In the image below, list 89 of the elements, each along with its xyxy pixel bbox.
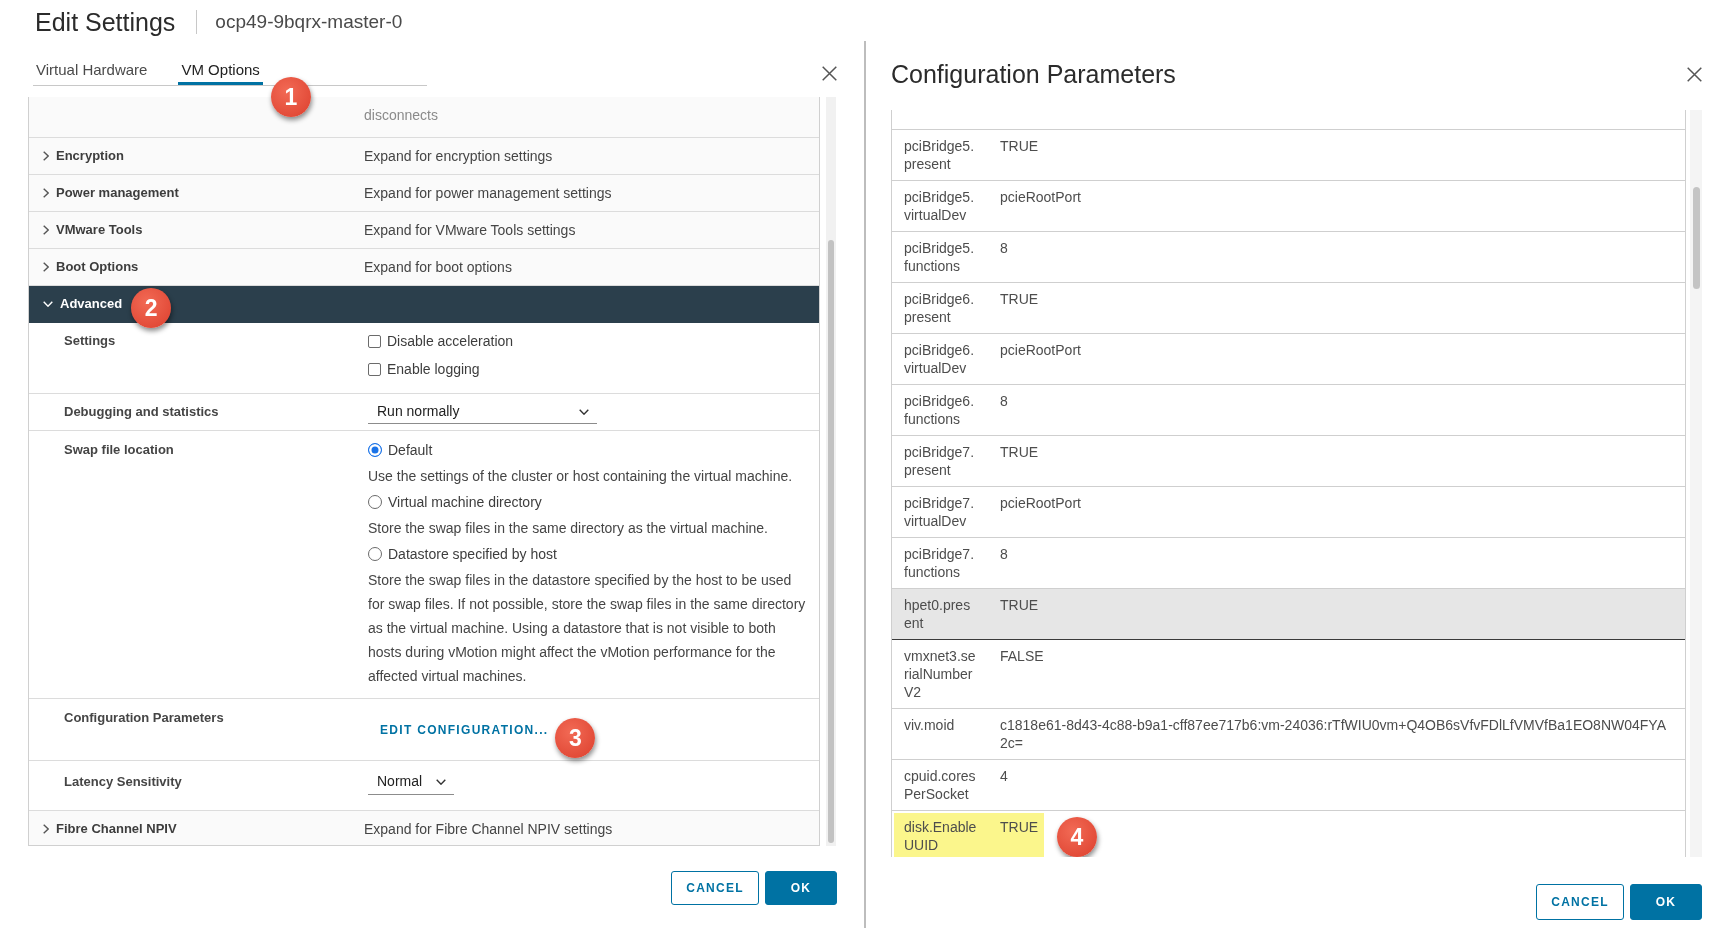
table-cell-text: cpuid.coresPerSocket (903, 767, 977, 803)
table-cell-text: pciBridge6.virtualDev (903, 341, 976, 377)
table-cell-text: pcieRootPort (1000, 188, 1081, 207)
close-icon[interactable] (822, 66, 837, 81)
radio-button[interactable] (368, 443, 382, 457)
ok-button[interactable]: OK (765, 871, 837, 905)
cancel-button[interactable]: CANCEL (1536, 884, 1624, 920)
cancel-button[interactable]: CANCEL (671, 871, 759, 905)
chevron-right-icon (43, 824, 49, 834)
option-description: disconnects (364, 106, 439, 125)
section-description: Expand for power management settings (364, 184, 613, 203)
chevron-down-icon (43, 301, 53, 307)
section-header[interactable]: Power management Expand for power management settings (29, 175, 819, 212)
checkbox-label: Enable logging (387, 360, 480, 379)
table-cell-text: 8 (1000, 239, 1008, 258)
callout-badge: 2 (131, 288, 172, 328)
option-description: Use the settings of the cluster or host containing the virtual machine. (368, 467, 794, 486)
radio-button[interactable] (368, 547, 382, 561)
table-cell-text: pciBridge5.virtualDev (903, 188, 976, 224)
section-header[interactable]: Encryption Expand for encryption settings (29, 138, 819, 175)
dialog-subtitle: ocp49-9bqrx-master-0 (215, 10, 403, 34)
checkbox[interactable] (368, 362, 381, 376)
radio-label: Datastore specified by host (388, 545, 557, 564)
caret-icon (436, 778, 447, 785)
table-cell-text: 8 (1000, 392, 1008, 411)
section-header[interactable]: Boot Options Expand for boot options (29, 249, 819, 286)
table-cell-text: pciBridge7.functions (903, 545, 976, 581)
table-cell-text: pciBridge5.present (903, 137, 976, 173)
option-description: Store the swap files in the same directory as the virtual machine. (368, 519, 769, 538)
tab[interactable]: Virtual Hardware (33, 53, 151, 85)
section-label: Advanced (60, 295, 123, 313)
section-header[interactable]: VMware Tools Expand for VMware Tools settings (29, 212, 819, 249)
table-cell-text: TRUE (1000, 290, 1039, 309)
table-cell-text: pcieRootPort (1000, 341, 1081, 360)
table-cell-text: 4 (1000, 767, 1008, 786)
section-label: Boot Options (56, 258, 139, 276)
table-cell-text: pciBridge5.functions (903, 239, 976, 275)
dialog-title: Configuration Parameters (891, 59, 1176, 90)
radio-label: Virtual machine directory (388, 493, 542, 512)
scrollbar-thumb[interactable] (828, 240, 834, 843)
table-cell-text: pciBridge6.functions (903, 392, 976, 428)
table-cell-text: FALSE (1000, 647, 1044, 666)
section-label: Fibre Channel NPIV (56, 820, 177, 838)
row-label: Swap file location (63, 441, 175, 459)
table-cell-text: pciBridge7.present (903, 443, 976, 479)
row-label: Settings (63, 332, 117, 350)
close-icon[interactable] (1687, 66, 1702, 82)
callout-badge: 4 (1057, 817, 1097, 857)
caret-icon (579, 408, 589, 415)
table-cell-text: TRUE (1000, 818, 1039, 837)
table-cell-text: disk.EnableUUID (903, 818, 978, 854)
option-description: Store the swap files in the datastore specified by the host to be used for swap files. If not possible, store the swap files in the same directory as the virtual machine. Using a datastore that is not visible to both hosts during vMotion might affect the vMotion performance for the affected virtual machines. (368, 571, 807, 686)
tab[interactable]: VM Options (178, 53, 263, 85)
table-cell-text: pciBridge7.virtualDev (903, 494, 976, 530)
scrollbar-thumb[interactable] (1692, 187, 1700, 289)
row-label: Configuration Parameters (63, 709, 225, 727)
table-cell-text: viv.moid (903, 716, 956, 735)
section-label: Encryption (56, 147, 124, 165)
row-label: Latency Sensitivity (63, 773, 183, 791)
radio-button[interactable] (368, 495, 382, 509)
row-label: Debugging and statistics (63, 403, 220, 421)
chevron-right-icon (43, 225, 49, 235)
chevron-right-icon (43, 262, 49, 272)
table-cell-text: hpet0.present (903, 596, 972, 632)
table-cell-text: TRUE (1000, 137, 1039, 156)
section-header[interactable]: Fibre Channel NPIV Expand for Fibre Channel NPIV settings (29, 811, 819, 845)
table-cell-text: TRUE (1000, 443, 1039, 462)
checkbox-label: Disable acceleration (387, 332, 514, 351)
section-description: Expand for encryption settings (364, 147, 554, 166)
section-label: VMware Tools (56, 221, 143, 239)
table-cell-text: pcieRootPort (1000, 494, 1081, 513)
section-description: Expand for boot options (364, 258, 513, 277)
table-cell-text: c1818e61-8d43-4c88-b9a1-cff87ee717b6:vm-24036:rTfWIU0vm+Q4OB6sVfvFDlLfVMVfBa1EO8NW04FYA2c= (1000, 716, 1667, 752)
callout-badge: 3 (555, 718, 596, 758)
link[interactable]: EDIT CONFIGURATION... (368, 716, 553, 744)
chevron-right-icon (43, 151, 49, 161)
chevron-right-icon (43, 188, 49, 198)
table-cell-text: pciBridge6.present (903, 290, 976, 326)
radio-label: Default (388, 441, 433, 460)
table-cell-text: TRUE (1000, 596, 1039, 615)
table-cell-text: 8 (1000, 545, 1008, 564)
section-description: Expand for VMware Tools settings (364, 221, 577, 240)
checkbox[interactable] (368, 334, 381, 348)
callout-badge: 1 (270, 77, 311, 117)
dialog-title: Edit Settings (35, 7, 176, 37)
section-label: Power management (56, 184, 179, 202)
section-description: Expand for Fibre Channel NPIV settings (364, 820, 614, 839)
table-cell-text: vmxnet3.serialNumberV2 (903, 647, 977, 701)
ok-button[interactable]: OK (1630, 884, 1702, 920)
